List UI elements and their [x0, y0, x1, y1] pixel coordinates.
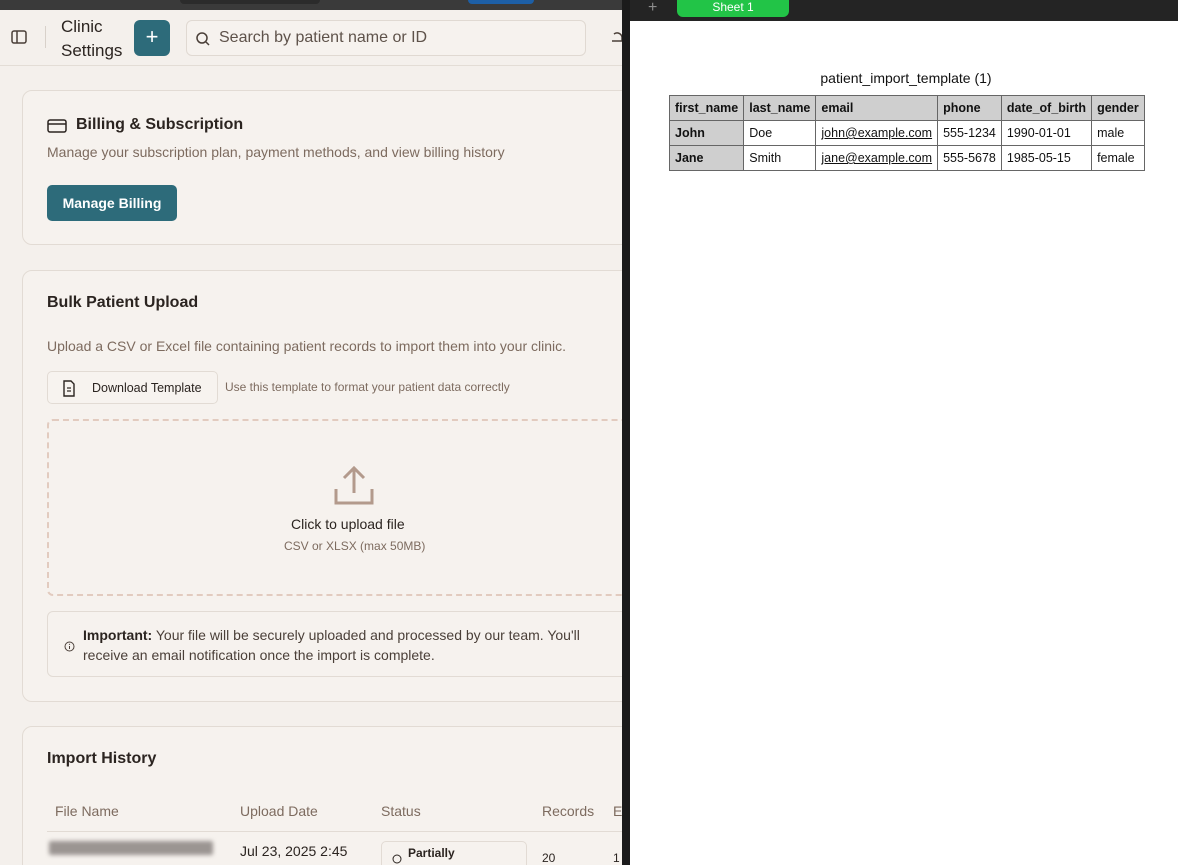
- upload-icon: [333, 465, 375, 512]
- table-row: John Doe john@example.com 555-1234 1990-…: [668, 120, 1145, 146]
- download-template-button[interactable]: Download Template: [47, 371, 218, 404]
- redacted-file-name[interactable]: [49, 841, 213, 855]
- header-divider: [45, 26, 46, 48]
- table-divider: [47, 831, 622, 832]
- search-input[interactable]: [219, 21, 579, 55]
- cell[interactable]: 555-5678: [937, 145, 1002, 171]
- column-header-upload-date[interactable]: Upload Date: [240, 803, 318, 819]
- search-icon: [196, 32, 210, 46]
- sidebar-toggle-icon[interactable]: [10, 28, 28, 46]
- cell[interactable]: female: [1091, 145, 1145, 171]
- info-icon: [64, 639, 75, 657]
- document-icon: [63, 380, 75, 397]
- manage-billing-button[interactable]: Manage Billing: [47, 185, 177, 221]
- billing-description: Manage your subscription plan, payment m…: [47, 144, 505, 160]
- column-email[interactable]: email: [815, 95, 939, 121]
- column-gender[interactable]: gender: [1091, 95, 1145, 121]
- template-hint: Use this template to format your patient…: [225, 380, 510, 394]
- import-history-title: Import History: [47, 750, 157, 767]
- column-header-file-name[interactable]: File Name: [55, 803, 119, 819]
- column-header-records[interactable]: Records: [542, 803, 594, 819]
- cell[interactable]: 1990-01-01: [1000, 120, 1093, 146]
- download-template-label: Download Template: [92, 381, 202, 395]
- important-label: Important:: [83, 627, 153, 643]
- row-upload-date: Jul 23, 2025 2:45: [240, 843, 348, 859]
- important-body: Your file will be securely uploaded and …: [83, 627, 580, 663]
- upload-cta-text: Click to upload file: [291, 516, 405, 532]
- bulk-upload-title: Bulk Patient Upload: [47, 294, 199, 311]
- cell[interactable]: male: [1091, 120, 1145, 146]
- column-date-of-birth[interactable]: date_of_birth: [1000, 95, 1093, 121]
- page-title: Clinic Settings: [61, 17, 123, 60]
- email-link[interactable]: john@example.com: [815, 120, 939, 146]
- cell[interactable]: 555-1234: [937, 120, 1002, 146]
- window-splitter[interactable]: [622, 0, 630, 865]
- file-dropzone[interactable]: Click to upload file CSV or XLSX (max 50…: [47, 419, 622, 596]
- important-text: Important: Your file will be securely up…: [83, 625, 613, 665]
- email-link[interactable]: jane@example.com: [815, 145, 939, 171]
- header-row: first_name last_name email phone date_of…: [668, 95, 1145, 121]
- column-last-name[interactable]: last_name: [743, 95, 817, 121]
- column-header-status[interactable]: Status: [381, 803, 421, 819]
- add-sheet-button[interactable]: +: [648, 0, 657, 17]
- spreadsheet-table: first_name last_name email phone date_of…: [668, 95, 1145, 171]
- credit-card-icon: [47, 118, 67, 139]
- app-header: Clinic Settings +: [0, 10, 622, 66]
- column-header-truncated[interactable]: E: [613, 803, 622, 819]
- clock-icon: [392, 854, 402, 864]
- search-box[interactable]: [186, 20, 586, 56]
- browser-tab-pill-active[interactable]: [468, 0, 534, 4]
- bell-icon[interactable]: [612, 29, 622, 52]
- status-badge: Partially: [381, 841, 527, 865]
- row-extra: 1: [613, 851, 620, 865]
- cell[interactable]: Jane: [668, 145, 745, 171]
- billing-card: Billing & Subscription Manage your subsc…: [22, 90, 622, 245]
- billing-title: Billing & Subscription: [76, 116, 244, 133]
- bulk-upload-card: Bulk Patient Upload Upload a CSV or Exce…: [22, 270, 622, 702]
- spreadsheet-viewer: + Sheet 1 patient_import_template (1) fi…: [630, 0, 1178, 865]
- important-notice: Important: Your file will be securely up…: [47, 611, 622, 677]
- cell[interactable]: John: [668, 120, 745, 146]
- cell[interactable]: Smith: [743, 145, 817, 171]
- sheet-title: patient_import_template (1): [820, 70, 992, 86]
- column-first-name[interactable]: first_name: [668, 95, 745, 121]
- column-phone[interactable]: phone: [937, 95, 1002, 121]
- upload-limit: CSV or XLSX (max 50MB): [284, 539, 426, 553]
- sheet-tab-bar: + Sheet 1: [630, 0, 1178, 21]
- sheet-tab[interactable]: Sheet 1: [677, 0, 789, 17]
- cell[interactable]: 1985-05-15: [1000, 145, 1093, 171]
- add-button[interactable]: +: [134, 20, 170, 56]
- table-row: Jane Smith jane@example.com 555-5678 198…: [668, 145, 1145, 171]
- bulk-upload-description: Upload a CSV or Excel file containing pa…: [47, 338, 567, 354]
- clinic-app-window: Clinic Settings + Billing & Subscription…: [0, 0, 622, 865]
- import-history-card: Import History File Name Upload Date Sta…: [22, 726, 622, 865]
- window-top-strip: [0, 0, 622, 10]
- status-text: Partially: [408, 846, 455, 860]
- cell[interactable]: Doe: [743, 120, 817, 146]
- row-records: 20: [542, 851, 556, 865]
- browser-tab-pill[interactable]: [180, 0, 320, 4]
